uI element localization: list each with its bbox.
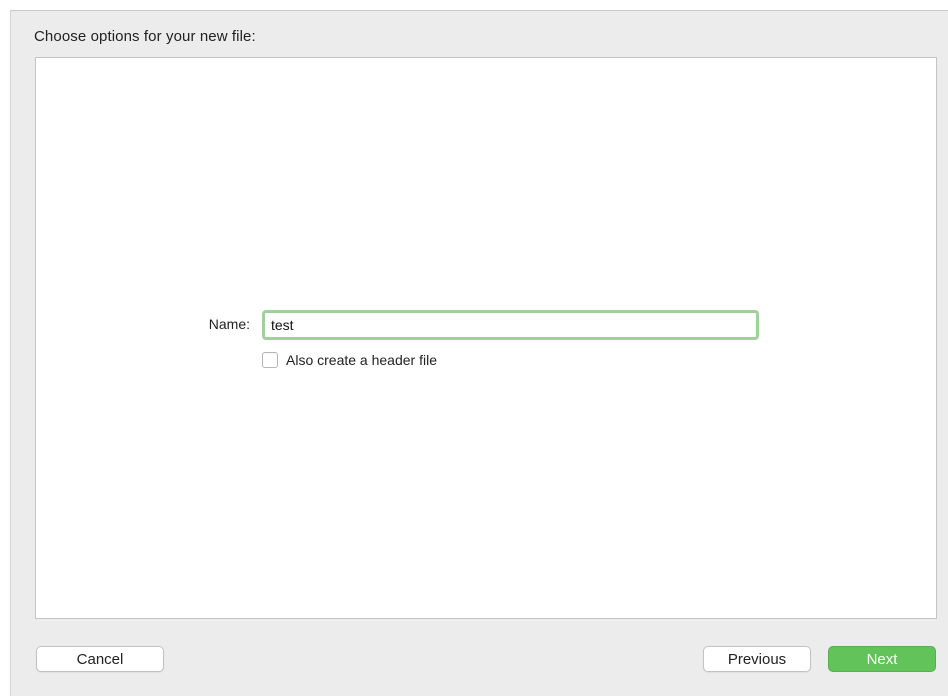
next-button[interactable]: Next — [828, 646, 936, 672]
dialog-heading: Choose options for your new file: — [34, 28, 256, 45]
name-field[interactable] — [262, 310, 759, 340]
header-file-checkbox[interactable] — [262, 352, 278, 368]
new-file-options-sheet: Choose options for your new file: Name: … — [10, 10, 948, 696]
header-file-option[interactable]: Also create a header file — [262, 352, 437, 368]
name-label: Name: — [208, 316, 250, 332]
previous-button[interactable]: Previous — [703, 646, 811, 672]
options-panel: Name: Also create a header file — [35, 57, 937, 619]
header-file-checkbox-label: Also create a header file — [286, 352, 437, 368]
cancel-button[interactable]: Cancel — [36, 646, 164, 672]
